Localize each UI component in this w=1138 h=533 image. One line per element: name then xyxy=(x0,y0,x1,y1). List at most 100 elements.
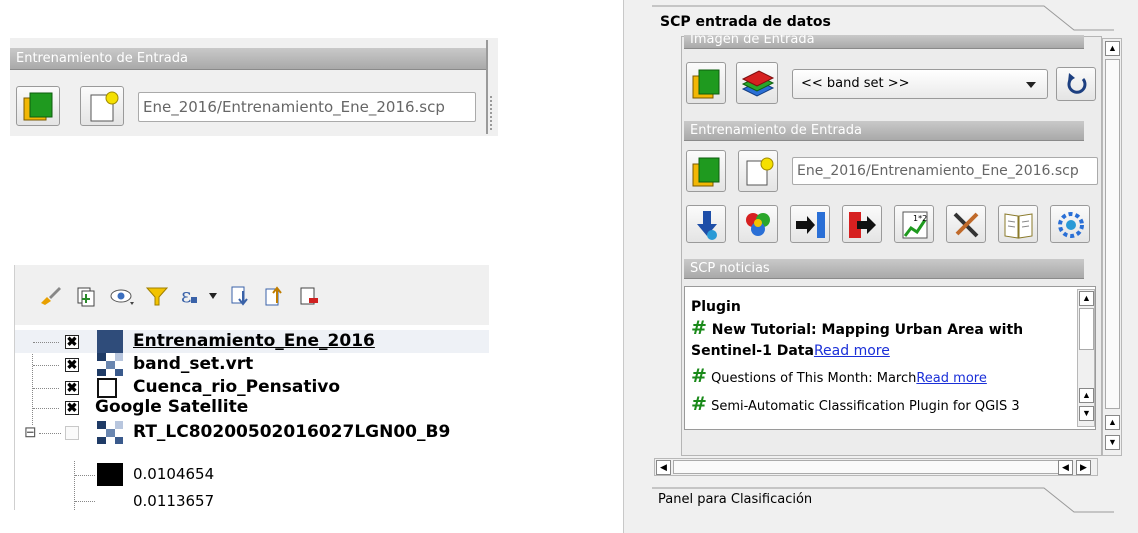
new-training-button[interactable] xyxy=(80,86,124,126)
chevron-down-icon xyxy=(1025,79,1037,94)
layer-row-band-set[interactable]: ✖ band_set.vrt xyxy=(15,353,489,376)
band-combination-button[interactable] xyxy=(738,205,778,243)
read-more-link[interactable]: Read more xyxy=(916,371,986,386)
style-brush-icon[interactable] xyxy=(39,285,63,307)
tree-branch xyxy=(39,433,61,434)
dock-footer-label: Panel para Clasificación xyxy=(658,492,813,507)
training-input-header: Entrenamiento de Entrada xyxy=(10,48,486,70)
scroll-up-icon[interactable]: ▲ xyxy=(1105,41,1120,56)
refresh-icon xyxy=(1067,73,1087,94)
filter-icon[interactable] xyxy=(145,285,169,307)
open-training-button[interactable] xyxy=(16,86,60,126)
news-plugin-label: Plugin xyxy=(691,299,741,315)
training-file-path[interactable]: Ene_2016/Entrenamiento_Ene_2016.scp xyxy=(138,92,476,122)
layer-checkbox[interactable] xyxy=(65,426,79,440)
read-more-link[interactable]: Read more xyxy=(814,343,890,359)
color-swatch xyxy=(97,463,123,486)
training-input-panel: Entrenamiento de Entrada Ene_2016/Entren… xyxy=(10,38,498,136)
scp-dock: SCP entrada de datos Imagen de Entrada <… xyxy=(623,0,1138,533)
collapse-toggle-icon[interactable]: ⊟ xyxy=(24,425,37,440)
news-item-cont: Sentinel-1 DataRead more xyxy=(691,343,890,359)
layer-label: Google Satellite xyxy=(95,397,249,417)
band-set-select[interactable]: << band set >> xyxy=(792,69,1048,99)
scroll-thumb[interactable] xyxy=(1079,308,1094,350)
news-scrollbar[interactable]: ▲ ▲ ▼ xyxy=(1077,289,1095,427)
new-training-button[interactable] xyxy=(738,150,778,192)
settings-button[interactable] xyxy=(1050,205,1090,243)
svg-text:1*2: 1*2 xyxy=(913,214,927,223)
tree-branch xyxy=(33,408,59,409)
export-tool-button[interactable] xyxy=(842,205,882,243)
manual-button[interactable] xyxy=(998,205,1038,243)
news-item-text: New Tutorial: Mapping Urban Area with xyxy=(711,322,1024,338)
training-file-path[interactable]: Ene_2016/Entrenamiento_Ene_2016.scp xyxy=(792,157,1098,185)
hash-icon: # xyxy=(691,317,707,339)
gear-circle-icon xyxy=(1058,212,1084,238)
scroll-down-icon[interactable]: ▼ xyxy=(1079,406,1094,421)
new-file-icon xyxy=(746,157,774,186)
scroll-thumb[interactable] xyxy=(673,460,1063,474)
layer-checkbox[interactable]: ✖ xyxy=(65,381,79,395)
expression-filter-icon[interactable]: ε xyxy=(179,285,221,307)
tree-branch xyxy=(75,475,95,476)
layers-panel: ε ✖ Entrenamiento_Ene_2016 ✖ band_set.vr… xyxy=(14,265,489,510)
resize-grip[interactable] xyxy=(490,96,494,130)
open-training-icon xyxy=(692,157,720,187)
import-tool-button[interactable] xyxy=(790,205,830,243)
refresh-button[interactable] xyxy=(1056,67,1096,101)
tree-branch xyxy=(33,342,59,343)
dock-vertical-scrollbar[interactable]: ▲ ▲ ▼ xyxy=(1102,38,1122,456)
layer-row-cuenca[interactable]: ✖ Cuenca_rio_Pensativo xyxy=(15,376,489,399)
layer-checkbox[interactable]: ✖ xyxy=(65,401,79,415)
dock-title: SCP entrada de datos xyxy=(660,14,831,30)
layer-row-entrenamiento[interactable]: ✖ Entrenamiento_Ene_2016 xyxy=(15,330,489,353)
news-item: # New Tutorial: Mapping Urban Area with xyxy=(691,317,1023,339)
signature-plot-button[interactable]: 1*2 xyxy=(894,205,934,243)
open-book-icon xyxy=(1004,213,1033,239)
layer-checkbox[interactable]: ✖ xyxy=(65,358,79,372)
add-group-icon[interactable] xyxy=(73,285,97,307)
collapse-all-icon[interactable] xyxy=(263,285,287,307)
scroll-up-icon[interactable]: ▲ xyxy=(1079,291,1094,306)
band-set-button[interactable] xyxy=(736,62,778,104)
raster-thumbnail xyxy=(97,330,123,353)
remove-layer-icon[interactable] xyxy=(297,285,321,307)
tools-button[interactable] xyxy=(946,205,986,243)
download-tool-button[interactable] xyxy=(686,205,726,243)
layer-row-rt-b9[interactable]: ⊟ RT_LC80200502016027LGN00_B9 xyxy=(15,421,489,444)
news-item-text: Questions of This Month: March xyxy=(711,371,917,386)
new-file-icon xyxy=(90,91,119,122)
svg-text:ε: ε xyxy=(181,285,191,307)
legend-value: 0.0104654 xyxy=(133,465,215,483)
open-training-button[interactable] xyxy=(686,150,726,192)
export-arrow-icon xyxy=(849,212,876,238)
scroll-up-icon[interactable]: ▲ xyxy=(1105,415,1120,430)
scroll-down-icon[interactable]: ▼ xyxy=(1105,435,1120,450)
legend-item: 0.0113657 xyxy=(15,489,489,510)
legend-value: 0.0113657 xyxy=(133,492,215,510)
open-image-icon xyxy=(692,69,720,99)
scroll-left-icon[interactable]: ◀ xyxy=(656,460,671,475)
input-image-header: Imagen de Entrada xyxy=(684,35,1084,49)
visibility-eye-icon[interactable] xyxy=(109,285,135,307)
layer-checkbox[interactable]: ✖ xyxy=(65,335,79,349)
dock-horizontal-scrollbar[interactable]: ◀ xyxy=(654,458,1098,476)
open-image-button[interactable] xyxy=(686,62,726,104)
scroll-up-icon[interactable]: ▲ xyxy=(1079,388,1094,403)
band-combination-icon xyxy=(746,213,770,236)
layer-row-google-satellite[interactable]: ✖ Google Satellite xyxy=(15,397,489,417)
spectral-plot-icon: 1*2 xyxy=(902,211,928,239)
scroll-left-icon[interactable]: ◀ xyxy=(1058,460,1073,475)
hash-icon: # xyxy=(691,393,707,415)
scroll-right-icon[interactable]: ▶ xyxy=(1076,460,1091,475)
open-training-icon xyxy=(23,92,53,121)
raster-thumbnail xyxy=(97,421,123,444)
expand-all-icon[interactable] xyxy=(229,285,253,307)
polygon-symbol-icon xyxy=(97,378,117,398)
layer-label: Cuenca_rio_Pensativo xyxy=(133,377,341,397)
panel-divider xyxy=(486,40,488,134)
raster-thumbnail xyxy=(97,353,123,376)
scroll-thumb[interactable] xyxy=(1105,59,1120,409)
tree-branch xyxy=(33,365,59,366)
news-box: Plugin # New Tutorial: Mapping Urban Are… xyxy=(684,286,1096,430)
